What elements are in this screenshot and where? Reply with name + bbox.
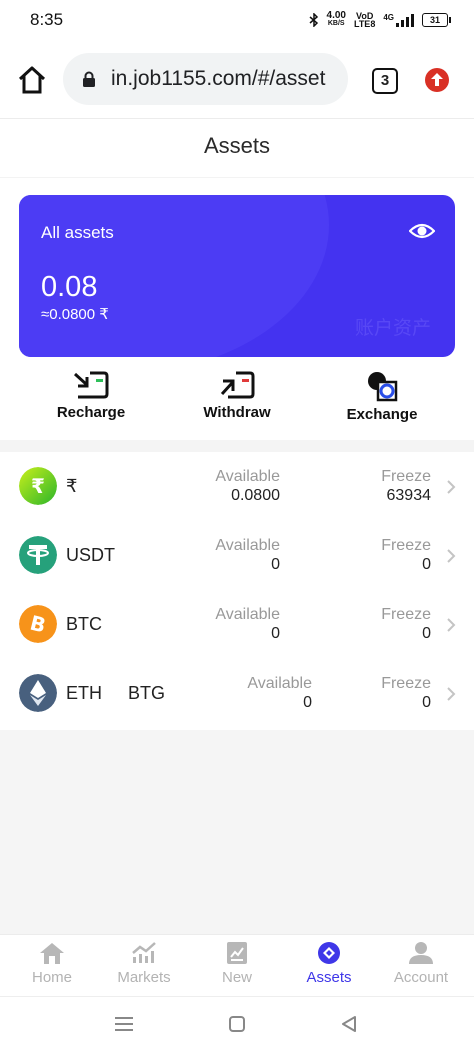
coin-name: BTC [66,614,102,634]
freeze-value: 0 [422,625,431,642]
exchange-label: Exchange [346,406,418,423]
tab-assets[interactable]: Assets [283,941,375,986]
available-value: 0 [271,625,280,642]
tab-label: Home [31,969,72,986]
available-label: Available [215,468,280,485]
tab-markets[interactable]: Markets [98,941,190,986]
tab-switcher-button[interactable]: 3 [372,68,398,94]
chevron-right-icon [447,549,456,563]
svg-text:₹: ₹ [31,474,45,498]
net-speed: 4.00 KB/S [326,10,346,28]
all-assets-label: All assets [41,223,114,242]
coin-row-eth[interactable]: ETH BTG Available 0 Freeze 0 [0,659,474,728]
coin-name: ETH [66,683,102,703]
new-icon [227,942,247,964]
coin-name: ₹ [66,476,78,496]
available-value: 0.0800 [231,487,280,504]
tab-label: Assets [306,969,352,986]
section-divider [0,440,474,452]
freeze-label: Freeze [381,537,431,554]
freeze-value: 0 [422,556,431,573]
coin-row-btc[interactable]: B BTC Available 0 Freeze 0 [0,590,474,659]
bitcoin-coin-icon: B [19,605,57,643]
url-text[interactable]: in.job1155.com/#/asset [111,67,343,91]
bottom-tab-bar: Home Markets New Assets Account [0,934,474,997]
system-nav-bar [0,996,474,1054]
bluetooth-icon [309,13,318,27]
freeze-label: Freeze [381,606,431,623]
recharge-button[interactable]: Recharge [36,370,146,421]
total-assets-fiat: ≈0.0800 ₹ [41,306,109,323]
chevron-right-icon [447,687,456,701]
status-indicators: 4.00 KB/S VoD LTE8 4G 31 [309,10,451,29]
coin-secondary-name: BTG [128,683,166,703]
tether-coin-icon [19,536,57,574]
asset-actions: Recharge Withdraw Exchange [0,370,474,434]
account-icon [409,942,433,964]
coin-list: ₹ ₹ Available 0.0800 Freeze 63934 USDT A… [0,452,474,728]
withdraw-button[interactable]: Withdraw [182,370,292,421]
coin-name: USDT [66,545,115,565]
freeze-value: 63934 [386,487,432,504]
rupee-coin-icon: ₹ [19,467,57,505]
empty-content-area [0,730,474,934]
withdraw-label: Withdraw [203,404,271,421]
recharge-label: Recharge [56,404,126,421]
all-assets-card: All assets 0.08 ≈0.0800 ₹ 账户资产 [19,195,455,357]
recents-icon[interactable] [115,1016,133,1032]
total-assets-value: 0.08 [41,271,98,303]
tab-label: New [221,969,252,986]
withdraw-icon [220,371,255,399]
page-title: Assets [203,133,271,158]
available-value: 0 [271,556,280,573]
ethereum-coin-icon [19,674,57,712]
browser-home-icon[interactable] [16,64,48,96]
tab-new[interactable]: New [191,941,283,986]
freeze-label: Freeze [381,468,431,485]
available-label: Available [247,675,312,692]
eye-icon[interactable] [409,221,435,241]
available-label: Available [215,537,280,554]
chevron-right-icon [447,480,456,494]
lock-icon [83,71,95,87]
exchange-button[interactable]: Exchange [327,370,437,423]
tab-label: Account [393,969,449,986]
coin-row-inr[interactable]: ₹ ₹ Available 0.0800 Freeze 63934 [0,452,474,521]
status-time: 8:35 [30,10,64,29]
address-bar[interactable]: in.job1155.com/#/asset [63,53,348,105]
page-header: Assets [0,118,474,178]
status-bar: 8:35 4.00 KB/S VoD LTE8 4G 31 [0,0,474,40]
available-value: 0 [303,694,312,711]
signal-icon: 4G [383,13,414,27]
battery-icon: 31 [422,13,451,27]
recharge-icon [73,371,109,399]
home-icon [40,943,64,964]
browser-toolbar: in.job1155.com/#/asset 3 [0,40,474,118]
tab-account[interactable]: Account [375,941,467,986]
home-nav-icon[interactable] [229,1016,245,1032]
chevron-right-icon [447,618,456,632]
available-label: Available [215,606,280,623]
coin-row-usdt[interactable]: USDT Available 0 Freeze 0 [0,521,474,590]
update-icon[interactable] [424,67,450,93]
exchange-icon [368,372,398,402]
assets-icon [318,942,340,964]
tab-home[interactable]: Home [6,941,98,986]
freeze-label: Freeze [381,675,431,692]
back-icon[interactable] [341,1016,357,1032]
freeze-value: 0 [422,694,431,711]
markets-icon [132,942,156,963]
volte-indicator: VoD LTE8 [353,11,376,29]
tab-label: Markets [117,969,171,986]
card-watermark: 账户资产 [354,318,431,339]
